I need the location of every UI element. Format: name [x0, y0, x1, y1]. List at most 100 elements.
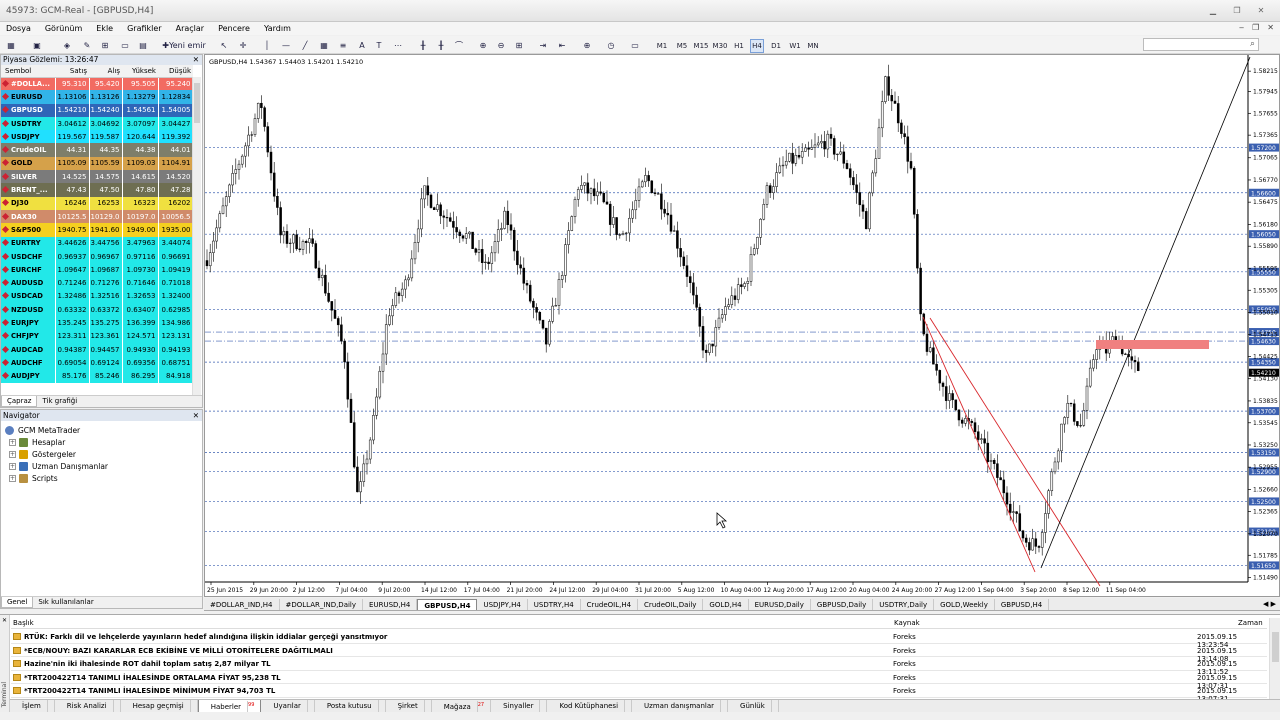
mdi-restore-icon[interactable]: ❐: [1252, 23, 1259, 32]
mdi-close-icon[interactable]: ✕: [1267, 23, 1274, 32]
terminal-icon[interactable]: ▭: [118, 38, 132, 52]
chart-tab[interactable]: CrudeOIL,Daily: [638, 599, 704, 610]
symbol-row[interactable]: CHFJPY 123.311 123.361 124.571 123.131: [1, 329, 194, 343]
close-icon[interactable]: ✕: [193, 55, 199, 65]
line-chart-icon[interactable]: ⌒: [452, 38, 466, 52]
scroll-thumb[interactable]: [194, 83, 200, 123]
menu-yardım[interactable]: Yardım: [264, 24, 291, 33]
trendline-icon[interactable]: ╱: [298, 38, 312, 52]
symbol-row[interactable]: BRENT_... 47.43 47.50 47.80 47.28: [1, 183, 194, 197]
resistance-zone[interactable]: [1096, 340, 1209, 349]
tile-icon[interactable]: ⊞: [512, 38, 526, 52]
menu-araçlar[interactable]: Araçlar: [176, 24, 204, 33]
symbol-row[interactable]: USDCAD 1.32486 1.32516 1.32653 1.32400: [1, 289, 194, 304]
menu-görünüm[interactable]: Görünüm: [45, 24, 82, 33]
symbol-row[interactable]: EURCHF 1.09647 1.09687 1.09730 1.09419: [1, 263, 194, 277]
chart-tab[interactable]: GOLD,Weekly: [934, 599, 995, 610]
minimize-icon[interactable]: ▁: [1208, 7, 1218, 15]
chart-tab-arrows[interactable]: ◀ ▶: [1263, 600, 1276, 608]
fibo-fan-icon[interactable]: ⋯: [391, 38, 405, 52]
templates-icon[interactable]: ▭: [628, 38, 642, 52]
zoom-out-icon[interactable]: ⊖: [494, 38, 508, 52]
vline-icon[interactable]: │: [260, 38, 274, 52]
symbol-row[interactable]: USDJPY 119.567 119.587 120.644 119.392: [1, 130, 194, 144]
symbol-row[interactable]: EURUSD 1.13106 1.13126 1.13279 1.12834: [1, 90, 194, 104]
label-icon[interactable]: T: [372, 38, 386, 52]
symbol-row[interactable]: EURJPY 135.245 135.275 136.399 134.986: [1, 316, 194, 330]
scroll-thumb[interactable]: [1272, 632, 1279, 662]
menu-dosya[interactable]: Dosya: [6, 24, 31, 33]
timeframe-d1[interactable]: D1: [769, 39, 783, 53]
tab-0[interactable]: Çapraz: [1, 396, 38, 407]
timeframe-w1[interactable]: W1: [788, 39, 802, 53]
symbol-row[interactable]: SILVER 14.525 14.575 14.615 14.520: [1, 170, 194, 184]
new-order-button[interactable]: ✚ Yeni emir: [160, 38, 208, 52]
symbol-row[interactable]: CrudeOIL 44.31 44.35 44.38 44.01: [1, 143, 194, 157]
timeframe-m15[interactable]: M15: [694, 39, 709, 53]
symbol-row[interactable]: S&P500 1940.75 1941.60 1949.00 1935.00: [1, 223, 194, 237]
chart-tab[interactable]: GOLD,H4: [703, 599, 749, 610]
menu-pencere[interactable]: Pencere: [218, 24, 250, 33]
market-watch-scrollbar[interactable]: [192, 77, 201, 395]
chart-tab[interactable]: EURUSD,H4: [363, 599, 418, 610]
navigator-icon[interactable]: ⊞: [98, 38, 112, 52]
symbol-row[interactable]: #DOLLA... 95.310 95.420 95.505 95.240: [1, 77, 194, 91]
expand-icon[interactable]: +: [9, 438, 16, 446]
text-icon[interactable]: A: [355, 38, 369, 52]
price-chart[interactable]: 1.572001.566001.560501.555501.550501.547…: [205, 55, 1279, 596]
navigator-item-2[interactable]: + Göstergeler: [5, 448, 202, 460]
chart-tab[interactable]: GBPUSD,H4: [995, 599, 1050, 610]
fibonacci-icon[interactable]: ≡: [336, 38, 350, 52]
candle-chart-icon[interactable]: ╂: [434, 38, 448, 52]
close-icon[interactable]: ✕: [193, 410, 199, 421]
col-3[interactable]: Yüksek: [122, 65, 158, 78]
news-row[interactable]: RTÜK: Farklı dil ve lehçelerde yayınları…: [11, 630, 1267, 649]
navigator-item-3[interactable]: + Uzman Danışmanlar: [5, 460, 202, 472]
chart-tab[interactable]: #DOLLAR_IND,H4: [204, 599, 280, 610]
hline-icon[interactable]: —: [279, 38, 293, 52]
data-window-icon[interactable]: ✎: [80, 38, 94, 52]
symbol-row[interactable]: AUDCAD 0.94387 0.94457 0.94930 0.94193: [1, 342, 194, 357]
timeframe-m30[interactable]: M30: [713, 39, 728, 53]
periods-icon[interactable]: ◷: [604, 38, 618, 52]
symbol-row[interactable]: AUDCHF 0.69054 0.69124 0.69356 0.68751: [1, 356, 194, 370]
tab-1[interactable]: Sık kullanılanlar: [33, 597, 98, 608]
col-2[interactable]: Alış: [89, 65, 122, 78]
menu-grafikler[interactable]: Grafikler: [127, 24, 162, 33]
new-chart-icon[interactable]: ▦: [4, 38, 18, 52]
news-col-title[interactable]: Başlık: [13, 619, 34, 627]
timeframe-mn[interactable]: MN: [806, 39, 820, 53]
news-scrollbar[interactable]: [1269, 618, 1280, 702]
news-row[interactable]: *ECB/NOUY: BAZI KARARLAR ECB EKİBİNE VE …: [11, 644, 1267, 663]
expand-icon[interactable]: +: [9, 450, 16, 458]
cursor-icon[interactable]: ↖: [217, 38, 231, 52]
timeframe-m5[interactable]: M5: [675, 39, 689, 53]
menu-ekle[interactable]: Ekle: [96, 24, 113, 33]
mdi-minimize-icon[interactable]: ‒: [1239, 23, 1244, 32]
timeframe-m1[interactable]: M1: [655, 39, 669, 53]
autoscroll-icon[interactable]: ⇥: [536, 38, 550, 52]
timeframe-h1[interactable]: H1: [732, 39, 746, 53]
maximize-icon[interactable]: ❐: [1232, 7, 1242, 15]
col-1[interactable]: Satış: [55, 65, 89, 78]
crosshair-icon[interactable]: ✛: [236, 38, 250, 52]
symbol-row[interactable]: USDCHF 0.96937 0.96967 0.97116 0.96691: [1, 249, 194, 264]
expand-icon[interactable]: +: [9, 474, 16, 482]
close-icon[interactable]: ✕: [1256, 7, 1266, 15]
tab-0[interactable]: Genel: [1, 597, 34, 608]
col-0[interactable]: Sembol: [1, 65, 55, 78]
tester-icon[interactable]: ▤: [136, 38, 150, 52]
chart-tab[interactable]: GBPUSD,Daily: [811, 599, 874, 610]
chart-tab[interactable]: USDTRY,Daily: [873, 599, 935, 610]
indicators-icon[interactable]: ⊕: [580, 38, 594, 52]
timeframe-h4[interactable]: H4: [750, 39, 764, 53]
symbol-row[interactable]: AUDUSD 0.71246 0.71276 0.71646 0.71018: [1, 276, 194, 290]
market-watch-icon[interactable]: ◈: [60, 38, 74, 52]
news-row[interactable]: Hazine'nin iki ihalesinde ROT dahil topl…: [11, 657, 1267, 676]
navigator-item-1[interactable]: + Hesaplar: [5, 436, 202, 448]
chart-tab[interactable]: GBPUSD,H4: [417, 599, 478, 610]
symbol-row[interactable]: NZDUSD 0.63332 0.63372 0.63407 0.62985: [1, 303, 194, 317]
navigator-item-0[interactable]: GCM MetaTrader: [5, 424, 202, 436]
news-col-time[interactable]: Zaman: [1238, 619, 1263, 627]
news-row[interactable]: *TRT200422T14 TANIMLI İHALESİNDE ORTALAM…: [11, 671, 1267, 690]
